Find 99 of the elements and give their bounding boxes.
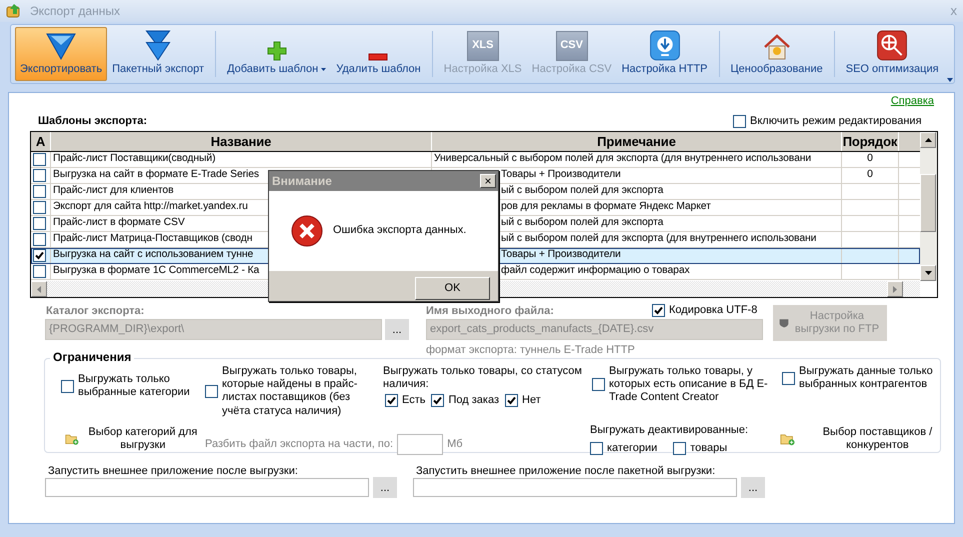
table-cell: ров для рекламы в формате Яндекс Маркет [501,201,711,214]
checkbox[interactable] [33,217,46,230]
scroll-down-icon[interactable] [924,271,932,275]
checkbox[interactable] [673,442,686,456]
checkbox[interactable] [33,201,46,214]
checkbox-label: Под заказ [448,394,499,408]
checkbox-label: Кодировка UTF-8 [669,304,758,318]
table-cell: Прайс-лист в формате CSV [53,217,185,230]
checkbox-label: Нет [522,394,541,408]
checkbox-label: Есть [402,394,426,408]
scroll-left-icon[interactable] [37,286,41,292]
checkbox-label: Выгружать только товары, у которых есть описание в БД E-Trade Content Creator [609,365,769,405]
table-cell: файл содержит информацию о товарах [501,265,690,278]
column-header[interactable]: Примечание [432,132,842,151]
checkbox-label: Выгружать только товары, которые найдены в прайс-листах поставщиков (без учёта статуса наличия) [222,365,358,418]
checkbox[interactable] [33,233,46,246]
xls-icon: XLS [466,30,499,61]
field-label: Запустить внешнее приложение после выгрузки: [48,465,298,478]
column-header[interactable]: Порядок [842,132,899,151]
column-header[interactable]: А [31,132,51,151]
section-title: Шаблоны экспорта: [38,115,148,128]
table-cell: ый с выбором полей для экспорта [501,185,664,198]
app-icon [6,3,22,19]
close-button[interactable]: × [480,174,496,188]
toolbar-button[interactable]: Настройка HTTP [616,27,713,81]
field-label: Каталог экспорта: [46,305,144,318]
checkbox[interactable] [385,394,398,408]
scroll-right-icon[interactable] [893,286,897,292]
table-cell: Товары + Производители [501,169,621,182]
table-cell: Прайс-лист Поставщики(сводный) [53,153,216,166]
toolbar-button[interactable]: SEO оптимизация [840,27,944,81]
plus-icon [266,40,287,61]
checkbox-label: Выгружать данные только выбранных контрагентов [799,365,934,392]
toolbar-button[interactable]: Пакетный экспорт [107,27,210,81]
checkbox[interactable] [652,304,665,318]
checkbox[interactable] [505,394,518,408]
choose-suppliers-button[interactable]: Выбор поставщиков / конкурентов [780,424,950,456]
ok-button[interactable]: OK [415,277,490,300]
checkbox-label: Включить режим редактирования [750,115,922,128]
browse-button[interactable]: ... [373,477,397,498]
toolbar-button[interactable]: Экспортировать [15,27,108,81]
minus-icon [368,52,388,61]
more-icon[interactable] [947,78,953,82]
input-field[interactable] [45,478,369,497]
csv-icon: CSV [556,30,588,61]
house-icon [762,32,791,61]
table-cell: Выгрузка в формате 1С CommerceML2 - Ка [53,265,260,278]
field-label: Имя выходного файла: [426,305,554,318]
table-cell: 0 [867,153,873,166]
table-row[interactable]: Прайс-лист Поставщики(сводный) Универсальный с выбором полей для экспорта (для внутреннего использовани 0 [31,152,920,168]
table-cell: ый с выбором полей для экспорта (для внутреннего использовани [501,233,816,246]
table-cell: Товары + Производители [501,249,621,262]
input-field[interactable] [413,478,737,497]
unit-label: Мб [447,438,463,452]
choose-categories-button[interactable]: Выбор категорий для выгрузки [65,424,203,456]
toolbar-button[interactable]: Ценообразование [726,27,828,81]
checkbox[interactable] [33,169,46,182]
download-icon [648,30,681,61]
field-label: Запустить внешнее приложение после пакетной выгрузки: [416,465,716,478]
group-title: Ограничения [50,350,134,364]
field-label: Разбить файл экспорта на части, по: [205,438,394,452]
help-link[interactable]: Справка [890,95,934,108]
table-cell: Экспорт для сайта http://market.yandex.ru [53,201,248,214]
column-header[interactable]: Название [51,132,432,151]
browse-button[interactable]: ... [741,477,765,498]
table-cell: Выгрузка на сайт в формате E-Trade Series [53,169,259,182]
checkbox[interactable] [782,372,795,385]
format-note: формат экспорта: туннель E-Trade HTTP [426,344,635,358]
table-cell: Прайс-лист для клиентов [53,185,174,198]
table-cell: Прайс-лист Матрица-Поставщиков (сводн [53,233,252,246]
input-field[interactable] [397,434,444,456]
checkbox[interactable] [33,153,46,166]
error-icon [291,215,323,247]
toolbar-button[interactable]: Удалить шаблон [331,27,426,81]
toolbar-button[interactable]: Добавить шаблон [222,27,332,81]
group-label: Выгружать только товары, со статусом наличия: [383,365,582,392]
table-cell: 0 [867,169,873,182]
triangle-arrow-icon [45,30,78,61]
checkbox-label: Выгружать только выбранные категории [78,373,191,400]
group-label: Выгружать деактивированные: [590,424,749,437]
checkbox-label: товары [690,442,728,456]
table-cell: Выгрузка на сайт с использованием тунне [53,249,254,262]
caret-icon [321,68,326,71]
checkbox[interactable] [205,384,218,398]
table-cell: ый с выбором полей для экспорта [501,217,664,230]
checkbox[interactable] [592,378,605,392]
checkbox-label: категории [607,442,658,456]
scroll-up-icon[interactable] [924,138,932,142]
globe-magnifier-icon [876,30,908,61]
checkbox[interactable] [733,115,746,128]
checkbox[interactable] [61,380,74,393]
checkbox[interactable] [33,265,46,278]
checkbox[interactable] [33,249,46,262]
checkbox[interactable] [590,442,603,456]
window-title: Экспорт данных [30,4,120,18]
table-cell: Универсальный с выбором полей для экспорта (для внутреннего использовани [434,153,812,166]
checkbox[interactable] [431,394,444,408]
vertical-scrollbar[interactable] [920,132,937,281]
checkbox[interactable] [33,185,46,198]
